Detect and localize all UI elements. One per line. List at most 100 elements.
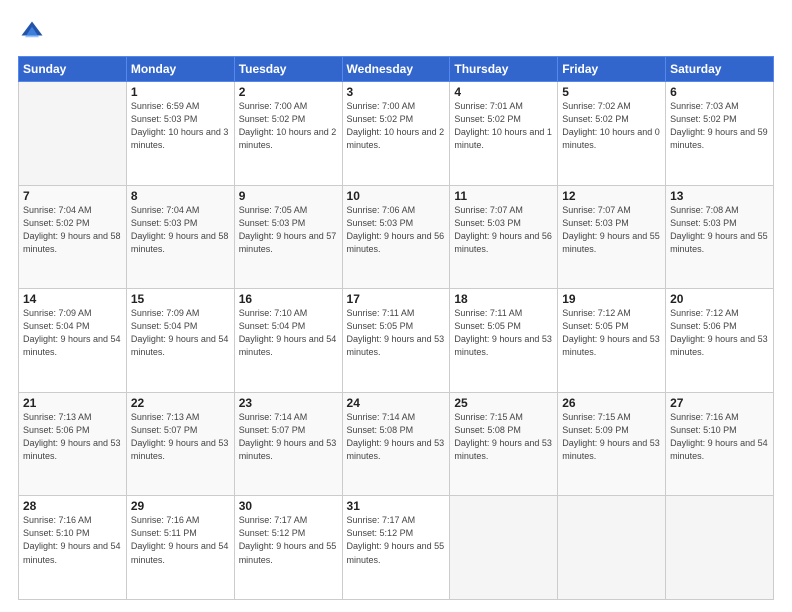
calendar-cell: 13Sunrise: 7:08 AM Sunset: 5:03 PM Dayli… <box>666 185 774 289</box>
day-number: 25 <box>454 396 553 410</box>
calendar-cell: 8Sunrise: 7:04 AM Sunset: 5:03 PM Daylig… <box>126 185 234 289</box>
calendar-table: SundayMondayTuesdayWednesdayThursdayFrid… <box>18 56 774 600</box>
day-of-week-header: Thursday <box>450 57 558 82</box>
day-info: Sunrise: 7:10 AM Sunset: 5:04 PM Dayligh… <box>239 307 338 359</box>
day-number: 16 <box>239 292 338 306</box>
calendar-cell <box>558 496 666 600</box>
calendar-cell: 18Sunrise: 7:11 AM Sunset: 5:05 PM Dayli… <box>450 289 558 393</box>
day-info: Sunrise: 7:13 AM Sunset: 5:07 PM Dayligh… <box>131 411 230 463</box>
calendar-cell: 23Sunrise: 7:14 AM Sunset: 5:07 PM Dayli… <box>234 392 342 496</box>
day-info: Sunrise: 7:13 AM Sunset: 5:06 PM Dayligh… <box>23 411 122 463</box>
day-number: 27 <box>670 396 769 410</box>
calendar-cell: 30Sunrise: 7:17 AM Sunset: 5:12 PM Dayli… <box>234 496 342 600</box>
day-info: Sunrise: 7:11 AM Sunset: 5:05 PM Dayligh… <box>454 307 553 359</box>
day-of-week-header: Friday <box>558 57 666 82</box>
day-number: 10 <box>347 189 446 203</box>
day-number: 18 <box>454 292 553 306</box>
day-info: Sunrise: 7:16 AM Sunset: 5:10 PM Dayligh… <box>670 411 769 463</box>
calendar-cell: 22Sunrise: 7:13 AM Sunset: 5:07 PM Dayli… <box>126 392 234 496</box>
calendar-cell: 14Sunrise: 7:09 AM Sunset: 5:04 PM Dayli… <box>19 289 127 393</box>
calendar-cell: 4Sunrise: 7:01 AM Sunset: 5:02 PM Daylig… <box>450 82 558 186</box>
calendar-cell <box>666 496 774 600</box>
day-of-week-header: Wednesday <box>342 57 450 82</box>
calendar-cell: 16Sunrise: 7:10 AM Sunset: 5:04 PM Dayli… <box>234 289 342 393</box>
day-info: Sunrise: 7:17 AM Sunset: 5:12 PM Dayligh… <box>239 514 338 566</box>
day-number: 4 <box>454 85 553 99</box>
calendar-cell: 26Sunrise: 7:15 AM Sunset: 5:09 PM Dayli… <box>558 392 666 496</box>
day-info: Sunrise: 7:07 AM Sunset: 5:03 PM Dayligh… <box>562 204 661 256</box>
day-number: 1 <box>131 85 230 99</box>
day-number: 29 <box>131 499 230 513</box>
day-number: 17 <box>347 292 446 306</box>
day-number: 28 <box>23 499 122 513</box>
day-info: Sunrise: 7:01 AM Sunset: 5:02 PM Dayligh… <box>454 100 553 152</box>
calendar-week-row: 1Sunrise: 6:59 AM Sunset: 5:03 PM Daylig… <box>19 82 774 186</box>
day-info: Sunrise: 7:14 AM Sunset: 5:07 PM Dayligh… <box>239 411 338 463</box>
day-info: Sunrise: 7:06 AM Sunset: 5:03 PM Dayligh… <box>347 204 446 256</box>
day-number: 23 <box>239 396 338 410</box>
calendar-cell: 10Sunrise: 7:06 AM Sunset: 5:03 PM Dayli… <box>342 185 450 289</box>
calendar-cell: 9Sunrise: 7:05 AM Sunset: 5:03 PM Daylig… <box>234 185 342 289</box>
day-info: Sunrise: 7:04 AM Sunset: 5:03 PM Dayligh… <box>131 204 230 256</box>
calendar-header: SundayMondayTuesdayWednesdayThursdayFrid… <box>19 57 774 82</box>
day-number: 6 <box>670 85 769 99</box>
day-number: 21 <box>23 396 122 410</box>
day-number: 24 <box>347 396 446 410</box>
day-number: 15 <box>131 292 230 306</box>
calendar-week-row: 7Sunrise: 7:04 AM Sunset: 5:02 PM Daylig… <box>19 185 774 289</box>
day-number: 14 <box>23 292 122 306</box>
day-number: 20 <box>670 292 769 306</box>
calendar-cell: 11Sunrise: 7:07 AM Sunset: 5:03 PM Dayli… <box>450 185 558 289</box>
header-row: SundayMondayTuesdayWednesdayThursdayFrid… <box>19 57 774 82</box>
day-info: Sunrise: 7:15 AM Sunset: 5:08 PM Dayligh… <box>454 411 553 463</box>
day-number: 2 <box>239 85 338 99</box>
day-info: Sunrise: 7:17 AM Sunset: 5:12 PM Dayligh… <box>347 514 446 566</box>
day-info: Sunrise: 7:09 AM Sunset: 5:04 PM Dayligh… <box>131 307 230 359</box>
calendar-cell: 19Sunrise: 7:12 AM Sunset: 5:05 PM Dayli… <box>558 289 666 393</box>
day-of-week-header: Tuesday <box>234 57 342 82</box>
day-info: Sunrise: 7:08 AM Sunset: 5:03 PM Dayligh… <box>670 204 769 256</box>
day-info: Sunrise: 7:16 AM Sunset: 5:11 PM Dayligh… <box>131 514 230 566</box>
day-number: 9 <box>239 189 338 203</box>
day-number: 7 <box>23 189 122 203</box>
day-of-week-header: Sunday <box>19 57 127 82</box>
day-number: 26 <box>562 396 661 410</box>
day-number: 19 <box>562 292 661 306</box>
day-number: 11 <box>454 189 553 203</box>
day-info: Sunrise: 7:03 AM Sunset: 5:02 PM Dayligh… <box>670 100 769 152</box>
calendar-cell: 25Sunrise: 7:15 AM Sunset: 5:08 PM Dayli… <box>450 392 558 496</box>
calendar-cell: 24Sunrise: 7:14 AM Sunset: 5:08 PM Dayli… <box>342 392 450 496</box>
calendar-cell: 15Sunrise: 7:09 AM Sunset: 5:04 PM Dayli… <box>126 289 234 393</box>
calendar-body: 1Sunrise: 6:59 AM Sunset: 5:03 PM Daylig… <box>19 82 774 600</box>
calendar-cell: 28Sunrise: 7:16 AM Sunset: 5:10 PM Dayli… <box>19 496 127 600</box>
calendar-cell: 6Sunrise: 7:03 AM Sunset: 5:02 PM Daylig… <box>666 82 774 186</box>
calendar-cell: 29Sunrise: 7:16 AM Sunset: 5:11 PM Dayli… <box>126 496 234 600</box>
day-info: Sunrise: 7:12 AM Sunset: 5:06 PM Dayligh… <box>670 307 769 359</box>
logo <box>18 18 50 46</box>
day-number: 30 <box>239 499 338 513</box>
header <box>18 18 774 46</box>
page: SundayMondayTuesdayWednesdayThursdayFrid… <box>0 0 792 612</box>
calendar-cell <box>450 496 558 600</box>
calendar-week-row: 21Sunrise: 7:13 AM Sunset: 5:06 PM Dayli… <box>19 392 774 496</box>
day-info: Sunrise: 7:04 AM Sunset: 5:02 PM Dayligh… <box>23 204 122 256</box>
calendar-cell <box>19 82 127 186</box>
day-info: Sunrise: 7:09 AM Sunset: 5:04 PM Dayligh… <box>23 307 122 359</box>
day-info: Sunrise: 7:12 AM Sunset: 5:05 PM Dayligh… <box>562 307 661 359</box>
calendar-cell: 12Sunrise: 7:07 AM Sunset: 5:03 PM Dayli… <box>558 185 666 289</box>
calendar-cell: 1Sunrise: 6:59 AM Sunset: 5:03 PM Daylig… <box>126 82 234 186</box>
day-info: Sunrise: 7:07 AM Sunset: 5:03 PM Dayligh… <box>454 204 553 256</box>
day-of-week-header: Saturday <box>666 57 774 82</box>
calendar-cell: 27Sunrise: 7:16 AM Sunset: 5:10 PM Dayli… <box>666 392 774 496</box>
day-info: Sunrise: 7:14 AM Sunset: 5:08 PM Dayligh… <box>347 411 446 463</box>
day-number: 31 <box>347 499 446 513</box>
calendar-cell: 20Sunrise: 7:12 AM Sunset: 5:06 PM Dayli… <box>666 289 774 393</box>
logo-icon <box>18 18 46 46</box>
calendar-cell: 2Sunrise: 7:00 AM Sunset: 5:02 PM Daylig… <box>234 82 342 186</box>
day-info: Sunrise: 7:05 AM Sunset: 5:03 PM Dayligh… <box>239 204 338 256</box>
day-info: Sunrise: 7:11 AM Sunset: 5:05 PM Dayligh… <box>347 307 446 359</box>
calendar-cell: 5Sunrise: 7:02 AM Sunset: 5:02 PM Daylig… <box>558 82 666 186</box>
day-info: Sunrise: 7:02 AM Sunset: 5:02 PM Dayligh… <box>562 100 661 152</box>
day-info: Sunrise: 7:00 AM Sunset: 5:02 PM Dayligh… <box>347 100 446 152</box>
calendar-cell: 3Sunrise: 7:00 AM Sunset: 5:02 PM Daylig… <box>342 82 450 186</box>
